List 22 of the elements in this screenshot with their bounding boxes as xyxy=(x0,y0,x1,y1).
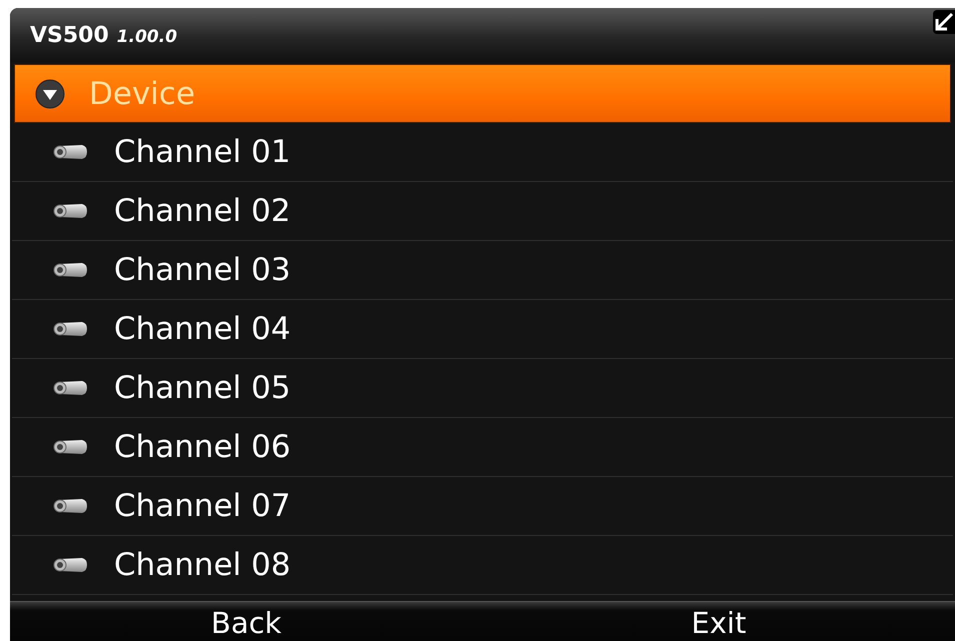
tree-item[interactable]: Channel 02 xyxy=(12,182,953,241)
resize-icon[interactable] xyxy=(933,10,955,34)
tree-item[interactable]: Channel 05 xyxy=(12,359,953,418)
tree-item[interactable]: Channel 08 xyxy=(12,536,953,595)
version-label: 1.00.0 xyxy=(116,27,178,47)
softkey-button[interactable]: Back xyxy=(10,602,482,641)
tree-item[interactable]: Channel 04 xyxy=(12,300,953,359)
expanded-icon[interactable] xyxy=(35,78,65,108)
camera-icon xyxy=(52,320,88,338)
camera-icon xyxy=(52,379,88,397)
tree-item[interactable]: Channel 07 xyxy=(12,477,953,536)
tree-item[interactable]: Channel 06 xyxy=(12,418,953,477)
camera-icon xyxy=(52,497,88,515)
tree-item[interactable]: Channel 01 xyxy=(12,123,953,182)
app-title: VS500 xyxy=(30,22,109,48)
camera-icon xyxy=(52,261,88,279)
camera-icon xyxy=(52,438,88,456)
camera-icon xyxy=(52,143,88,161)
camera-icon xyxy=(52,556,88,574)
camera-icon xyxy=(52,202,88,220)
softkey-button[interactable]: Exit xyxy=(482,602,955,641)
tree-item[interactable]: Channel 03 xyxy=(12,241,953,300)
